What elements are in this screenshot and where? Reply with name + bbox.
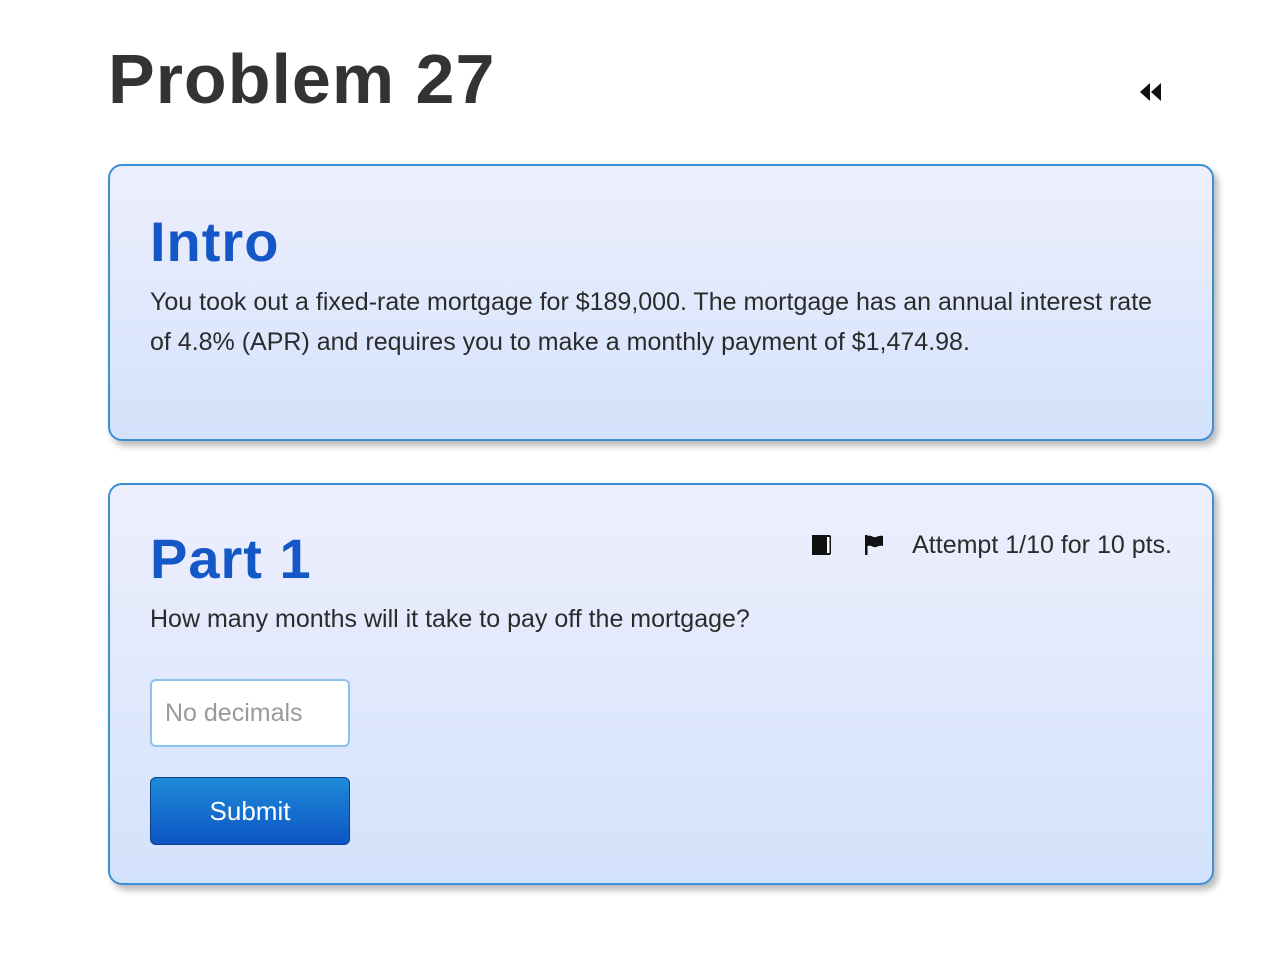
page: Problem 27 Intro You took out a fixed-ra… xyxy=(0,0,1264,958)
intro-text: You took out a fixed-rate mortgage for $… xyxy=(150,288,1153,356)
question-text: How many months will it take to pay off … xyxy=(150,605,750,633)
submit-button[interactable]: Submit xyxy=(150,777,350,845)
intro-heading: Intro xyxy=(150,210,280,273)
book-icon[interactable] xyxy=(810,533,834,557)
part-meta: Attempt 1/10 for 10 pts. xyxy=(810,527,1172,563)
attempt-info: Attempt 1/10 for 10 pts. xyxy=(912,531,1172,559)
answer-input[interactable] xyxy=(150,679,350,747)
part-1-heading: Part 1 xyxy=(150,527,312,590)
intro-card: Intro You took out a fixed-rate mortgage… xyxy=(108,164,1214,441)
collapse-double-chevron-icon[interactable] xyxy=(1138,80,1164,104)
part-1-card: Part 1 Attempt 1/10 for 10 pts. How many… xyxy=(108,483,1214,885)
problem-title: Problem 27 xyxy=(108,40,496,118)
flag-icon[interactable] xyxy=(862,533,886,557)
